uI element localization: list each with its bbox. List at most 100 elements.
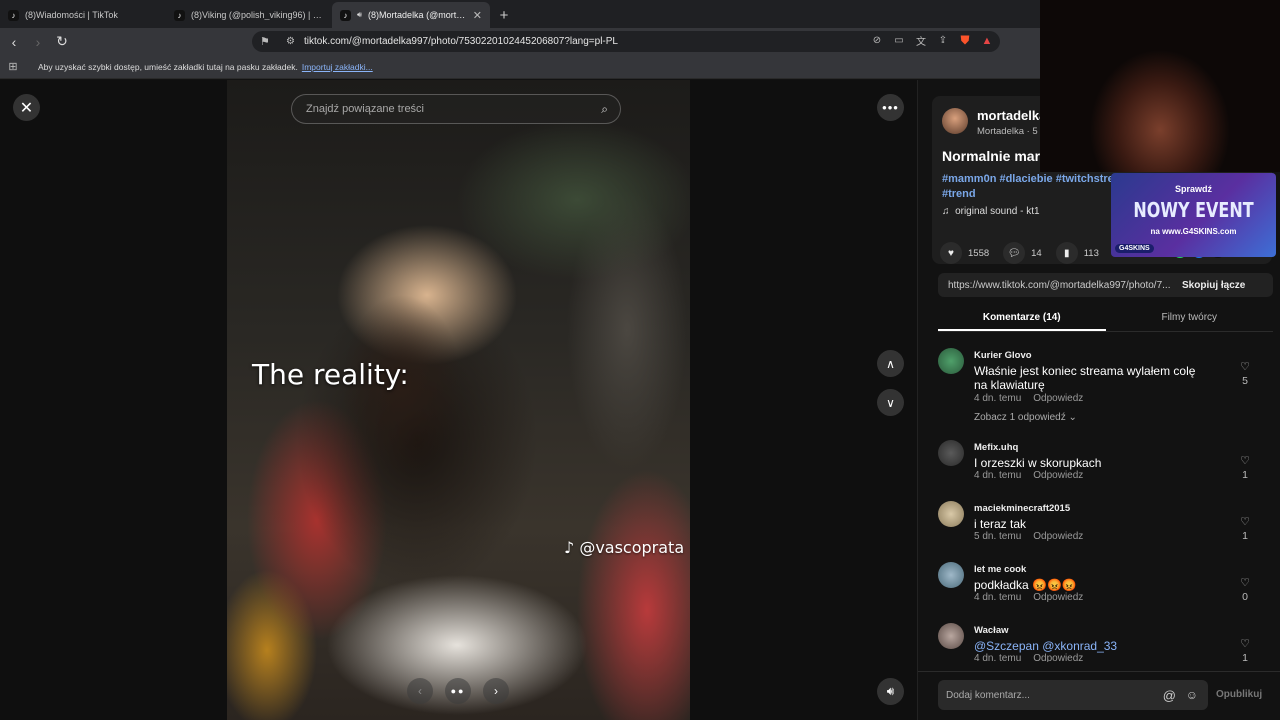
- comment-icon[interactable]: 💬︎: [1003, 242, 1026, 264]
- tab-title: (8)Viking (@polish_viking96) | TikTok: [191, 10, 324, 20]
- heart-outline-icon[interactable]: ♡: [1230, 360, 1260, 373]
- close-viewer-button[interactable]: ✕: [13, 94, 40, 121]
- view-replies-button[interactable]: Zobacz 1 odpowiedź ⌄: [974, 412, 1077, 423]
- cast-icon[interactable]: ▭: [892, 35, 906, 46]
- avatar[interactable]: [938, 562, 964, 588]
- previous-post-button[interactable]: ∧: [877, 350, 904, 377]
- avatar[interactable]: [938, 623, 964, 649]
- comment-meta: 4 dn. temu Odpowiedz: [974, 653, 1095, 662]
- comment-likes: 1: [1242, 530, 1248, 542]
- comment-meta: 4 dn. temu Odpowiedz: [974, 393, 1095, 404]
- photo-dots: ●●: [445, 678, 471, 704]
- avatar[interactable]: [938, 501, 964, 527]
- tab-viking[interactable]: ♪ (8)Viking (@polish_viking96) | TikTok: [166, 2, 332, 28]
- tab-comments[interactable]: Komentarze (14): [938, 306, 1106, 331]
- speaker-icon[interactable]: 🔊︎: [357, 10, 362, 20]
- comment-time: 4 dn. temu: [974, 470, 1022, 481]
- comment-author[interactable]: maciekminecraft2015: [974, 503, 1070, 514]
- comment-author[interactable]: Kurier Glovo: [974, 350, 1032, 361]
- heart-outline-icon[interactable]: ♡: [1230, 515, 1260, 528]
- prev-photo-button[interactable]: ‹: [407, 678, 433, 704]
- comment-author[interactable]: let me cook: [974, 564, 1026, 575]
- site-info-icon[interactable]: ⚙: [286, 36, 300, 47]
- heart-outline-icon[interactable]: ♡: [1230, 576, 1260, 589]
- engagement-stats: ♥ 1558 💬︎ 14 ▮ 113: [940, 242, 1107, 264]
- tiktok-logo-icon: ♪: [564, 538, 575, 557]
- back-button[interactable]: ‹: [4, 32, 24, 52]
- comment-author[interactable]: Mefix.uhq: [974, 442, 1018, 453]
- mention-icon[interactable]: @: [1163, 688, 1176, 703]
- bookmark-icon[interactable]: ▮: [1055, 242, 1078, 264]
- author-subtitle: Mortadelka · 5: [977, 126, 1038, 137]
- comment-meta: 5 dn. temu Odpowiedz: [974, 531, 1095, 542]
- tiktok-icon: ♪: [174, 9, 185, 21]
- comment-likes: 1: [1242, 652, 1248, 662]
- bookmarks-message: Aby uzyskać szybki dostęp, umieść zakład…: [38, 61, 298, 72]
- next-photo-button[interactable]: ›: [483, 678, 509, 704]
- reply-button[interactable]: Odpowiedz: [1033, 653, 1083, 662]
- comment-text: I orzeszki w skorupkach: [974, 456, 1102, 470]
- bookmark-icon[interactable]: ⚑: [260, 35, 274, 48]
- copy-link-button[interactable]: Skopiuj łącze: [1182, 280, 1245, 291]
- publish-button[interactable]: Opublikuj: [1216, 689, 1262, 700]
- volume-button[interactable]: 🔊︎: [877, 678, 904, 705]
- reply-button[interactable]: Odpowiedz: [1033, 470, 1083, 481]
- avatar[interactable]: [938, 348, 964, 374]
- comment-author[interactable]: Wacław: [974, 625, 1009, 636]
- comments-tabs: Komentarze (14) Filmy twórcy: [938, 306, 1273, 332]
- music-note-icon: ♫: [942, 206, 950, 217]
- post-link-row: https://www.tiktok.com/@mortadelka997/ph…: [938, 273, 1273, 297]
- heart-outline-icon[interactable]: ♡: [1230, 637, 1260, 650]
- forward-button[interactable]: ›: [28, 32, 48, 52]
- list-item: Mefix.uhq I orzeszki w skorupkach 4 dn. …: [938, 436, 1278, 497]
- close-tab-icon[interactable]: ✕: [473, 9, 482, 22]
- post-photo[interactable]: Znajdź powiązane treści ⌕ The reality: ♪…: [227, 80, 690, 720]
- tab-mortadelka[interactable]: ♪ 🔊︎ (8)Mortadelka (@mortadelka9 ✕: [332, 2, 490, 28]
- comment-text: podkładka 😡😡😡: [974, 578, 1077, 592]
- address-bar[interactable]: ⚑ ⚙ tiktok.com/@mortadelka997/photo/7530…: [252, 31, 1000, 52]
- comments-list: Kurier Glovo Właśnie jest koniec streama…: [938, 344, 1278, 662]
- reply-button[interactable]: Odpowiedz: [1033, 393, 1083, 404]
- comment-meta: 4 dn. temu Odpowiedz: [974, 470, 1095, 481]
- avatar[interactable]: [938, 440, 964, 466]
- emoji-icon[interactable]: ☺: [1186, 688, 1198, 702]
- comments-count: 14: [1031, 247, 1042, 259]
- comment-composer: Dodaj komentarz... @ ☺ Opublikuj: [918, 671, 1280, 720]
- tiktok-watermark: ♪ @vascoprata: [564, 538, 684, 557]
- next-post-button[interactable]: ∨: [877, 389, 904, 416]
- post-description: Normalnie marz: [942, 148, 1048, 164]
- post-link[interactable]: https://www.tiktok.com/@mortadelka997/ph…: [948, 280, 1172, 291]
- tab-creator-videos[interactable]: Filmy twórcy: [1106, 306, 1274, 331]
- brave-shield-icon[interactable]: ⛊: [958, 33, 972, 48]
- list-item: let me cook podkładka 😡😡😡 4 dn. temu Odpo…: [938, 558, 1278, 619]
- new-tab-button[interactable]: +: [490, 2, 518, 28]
- rewards-icon[interactable]: ▲: [980, 35, 994, 47]
- more-options-button[interactable]: •••: [877, 94, 904, 121]
- comment-likes: 0: [1242, 591, 1248, 603]
- import-bookmarks-link[interactable]: Importuj zakładki...: [302, 62, 373, 72]
- list-item: Kurier Glovo Właśnie jest koniec streama…: [938, 344, 1278, 436]
- tracking-icon[interactable]: ⊘: [870, 35, 884, 46]
- g4skins-ad-banner: Sprawdź NOWY EVENT na www.G4SKINS.com G4…: [1111, 173, 1276, 257]
- apps-grid-icon[interactable]: ⊞: [0, 60, 26, 73]
- comment-input[interactable]: Dodaj komentarz... @ ☺: [938, 680, 1208, 710]
- heart-outline-icon[interactable]: ♡: [1230, 454, 1260, 467]
- url-text[interactable]: tiktok.com/@mortadelka997/photo/75302201…: [304, 36, 618, 47]
- post-sound[interactable]: ♫ original sound - kt1: [942, 206, 1040, 217]
- tab-title: (8)Mortadelka (@mortadelka9: [368, 10, 467, 20]
- search-icon[interactable]: ⌕: [601, 102, 608, 117]
- sound-name[interactable]: original sound - kt1: [955, 206, 1040, 217]
- related-search-input[interactable]: Znajdź powiązane treści ⌕: [291, 94, 621, 124]
- author-username[interactable]: mortadelka: [977, 108, 1046, 123]
- comment-text: Właśnie jest koniec streama wylałem colę…: [974, 364, 1196, 392]
- reply-button[interactable]: Odpowiedz: [1033, 592, 1083, 603]
- reload-button[interactable]: ↻: [52, 32, 72, 52]
- translate-icon[interactable]: 文: [914, 33, 928, 48]
- heart-icon[interactable]: ♥: [940, 242, 962, 264]
- list-item: Wacław @Szczepan @xkonrad_33 4 dn. temu O…: [938, 619, 1278, 662]
- avatar[interactable]: [942, 108, 968, 134]
- saves-count: 113: [1083, 247, 1099, 259]
- reply-button[interactable]: Odpowiedz: [1033, 531, 1083, 542]
- tab-wiadomosci[interactable]: ♪ (8)Wiadomości | TikTok: [0, 2, 166, 28]
- share-icon[interactable]: ⇪: [936, 35, 950, 46]
